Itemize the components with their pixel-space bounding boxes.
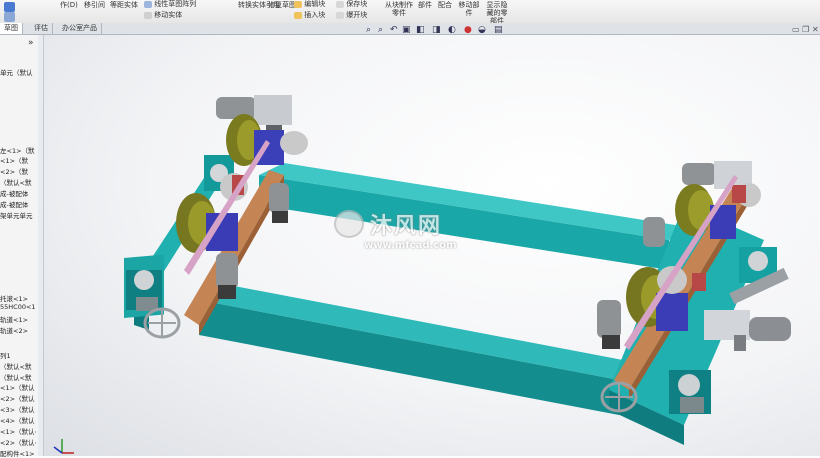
tree-item[interactable]: <2>（默认< <box>0 437 36 447</box>
tab-sketch[interactable]: 草图 <box>0 23 23 34</box>
watermark-logo-icon <box>334 210 364 238</box>
tree-item[interactable]: （默认<默 <box>0 372 36 382</box>
restore-icon[interactable]: ❐ <box>802 25 809 34</box>
tree-item[interactable]: 列1 <box>0 350 36 360</box>
ribbon-item-show-hidden[interactable]: 显示隐藏的零部件 <box>484 1 510 25</box>
ribbon-item-mate[interactable]: 配合 <box>438 1 452 9</box>
ribbon-item-save-block[interactable]: 保存块 <box>336 0 367 8</box>
zoom-to-fit-icon[interactable]: ⌕ <box>366 25 371 35</box>
graphics-viewport[interactable]: 沐风网 www.mfcad.com ⌕ ⌕ ↶ ▣ ◧ ◨ ◐ ● ◒ ▤ ▭ … <box>44 25 820 456</box>
previous-view-icon[interactable]: ↶ <box>390 25 398 35</box>
idler-roller-2 <box>280 131 308 155</box>
ribbon-item-offset-entities[interactable]: 等距实体 <box>110 1 138 9</box>
frame-long-beam-back <box>259 163 694 270</box>
tree-item[interactable]: 托滚<1> <box>0 293 36 303</box>
gearbox-4 <box>597 300 621 349</box>
tree-item[interactable]: 配构件<1> <box>0 448 36 458</box>
watermark-url: www.mfcad.com <box>364 240 457 251</box>
tree-item[interactable]: <2>（默 <box>0 166 36 176</box>
tree-item[interactable]: 轨道<2> <box>0 325 36 335</box>
ribbon-item-edit-block[interactable]: 编辑块 <box>294 0 325 8</box>
feature-manager-tree: 单元（默认 左<1>（默 <1>（默 <2>（默 （默认<默 成-被配体 成-被配体 架单元单… <box>0 35 39 458</box>
tree-item[interactable]: <4>（默认 <box>0 415 36 425</box>
tree-item[interactable]: （默认<默 <box>0 177 36 187</box>
gearbox-3 <box>643 217 665 247</box>
sketch-tools-icon[interactable] <box>4 2 15 12</box>
view-orientation-icon[interactable]: ◧ <box>416 25 425 35</box>
ribbon-item-make-part[interactable]: 从块制作零件 <box>384 1 414 17</box>
tree-item[interactable]: 单元（默认 <box>0 67 36 77</box>
tree-item[interactable]: <2>（默认 <box>0 393 36 403</box>
close-icon[interactable]: ✕ <box>812 25 819 34</box>
tree-item[interactable]: <1>（默认< <box>0 426 36 436</box>
frame-long-beam-front <box>199 285 649 415</box>
tree-item[interactable]: <3>（默认 <box>0 404 36 414</box>
ribbon-item-repair-sketch[interactable]: 修复草图 <box>268 1 296 9</box>
ribbon-item-linear-pattern[interactable]: 线性草图阵列 <box>144 0 196 8</box>
ribbon-item-insert-block[interactable]: 插入块 <box>294 11 325 19</box>
tree-item[interactable]: 成-被配体 <box>0 199 36 209</box>
command-ribbon: 作(D) 移引间 等距实体 线性草图阵列 移动实体 转换实体引用 修复草图 编辑… <box>0 0 820 25</box>
handwheel-left <box>143 307 181 339</box>
gearbox-1 <box>269 183 289 223</box>
watermark-brand: 沐风网 <box>370 214 443 239</box>
tree-item[interactable]: 轨道<1> <box>0 314 36 324</box>
tab-evaluate[interactable]: 评估 <box>30 23 53 34</box>
ribbon-item-explode-block[interactable]: 爆开块 <box>336 11 367 19</box>
tree-item[interactable]: （默认<默 <box>0 361 36 371</box>
section-view-icon[interactable]: ▣ <box>402 25 411 35</box>
ribbon-item-move-entities[interactable]: 移动实体 <box>144 11 182 19</box>
hide-show-icon[interactable]: ◐ <box>448 25 456 35</box>
zoom-area-icon[interactable]: ⌕ <box>378 25 383 35</box>
view-settings-icon[interactable]: ▤ <box>494 25 503 35</box>
tree-item[interactable]: 左<1>（默 <box>0 145 36 155</box>
watermark: 沐风网 www.mfcad.com <box>334 208 457 251</box>
tree-item[interactable]: 55HC00<1> <box>0 303 36 311</box>
appearance-icon[interactable]: ● <box>464 25 472 35</box>
gearbox-2 <box>216 253 238 299</box>
axis-triad-icon <box>53 439 74 454</box>
collapse-panel-icon[interactable]: » <box>28 38 34 48</box>
tree-item[interactable]: 成-被配体 <box>0 188 36 198</box>
ribbon-item-offset[interactable]: 作(D) <box>60 1 78 9</box>
ribbon-item-move-ref[interactable]: 移引间 <box>84 1 105 9</box>
tree-item[interactable]: <1>（默认 <box>0 382 36 392</box>
ribbon-item-component[interactable]: 部件 <box>418 1 432 9</box>
scene-icon[interactable]: ◒ <box>478 25 486 35</box>
minimize-icon[interactable]: ▭ <box>792 25 800 34</box>
rotate-icon[interactable] <box>4 12 15 22</box>
handwheel-right <box>600 381 638 413</box>
bearing-block-right-front <box>669 370 711 414</box>
display-style-icon[interactable]: ◨ <box>432 25 441 35</box>
bearing-block-left-front <box>126 270 162 311</box>
ribbon-item-move-component[interactable]: 移动部件 <box>458 1 480 17</box>
tree-item[interactable]: <1>（默 <box>0 155 36 165</box>
tree-item[interactable]: 架单元单元 <box>0 210 36 220</box>
tab-office-products[interactable]: 办公室产品 <box>58 23 102 34</box>
